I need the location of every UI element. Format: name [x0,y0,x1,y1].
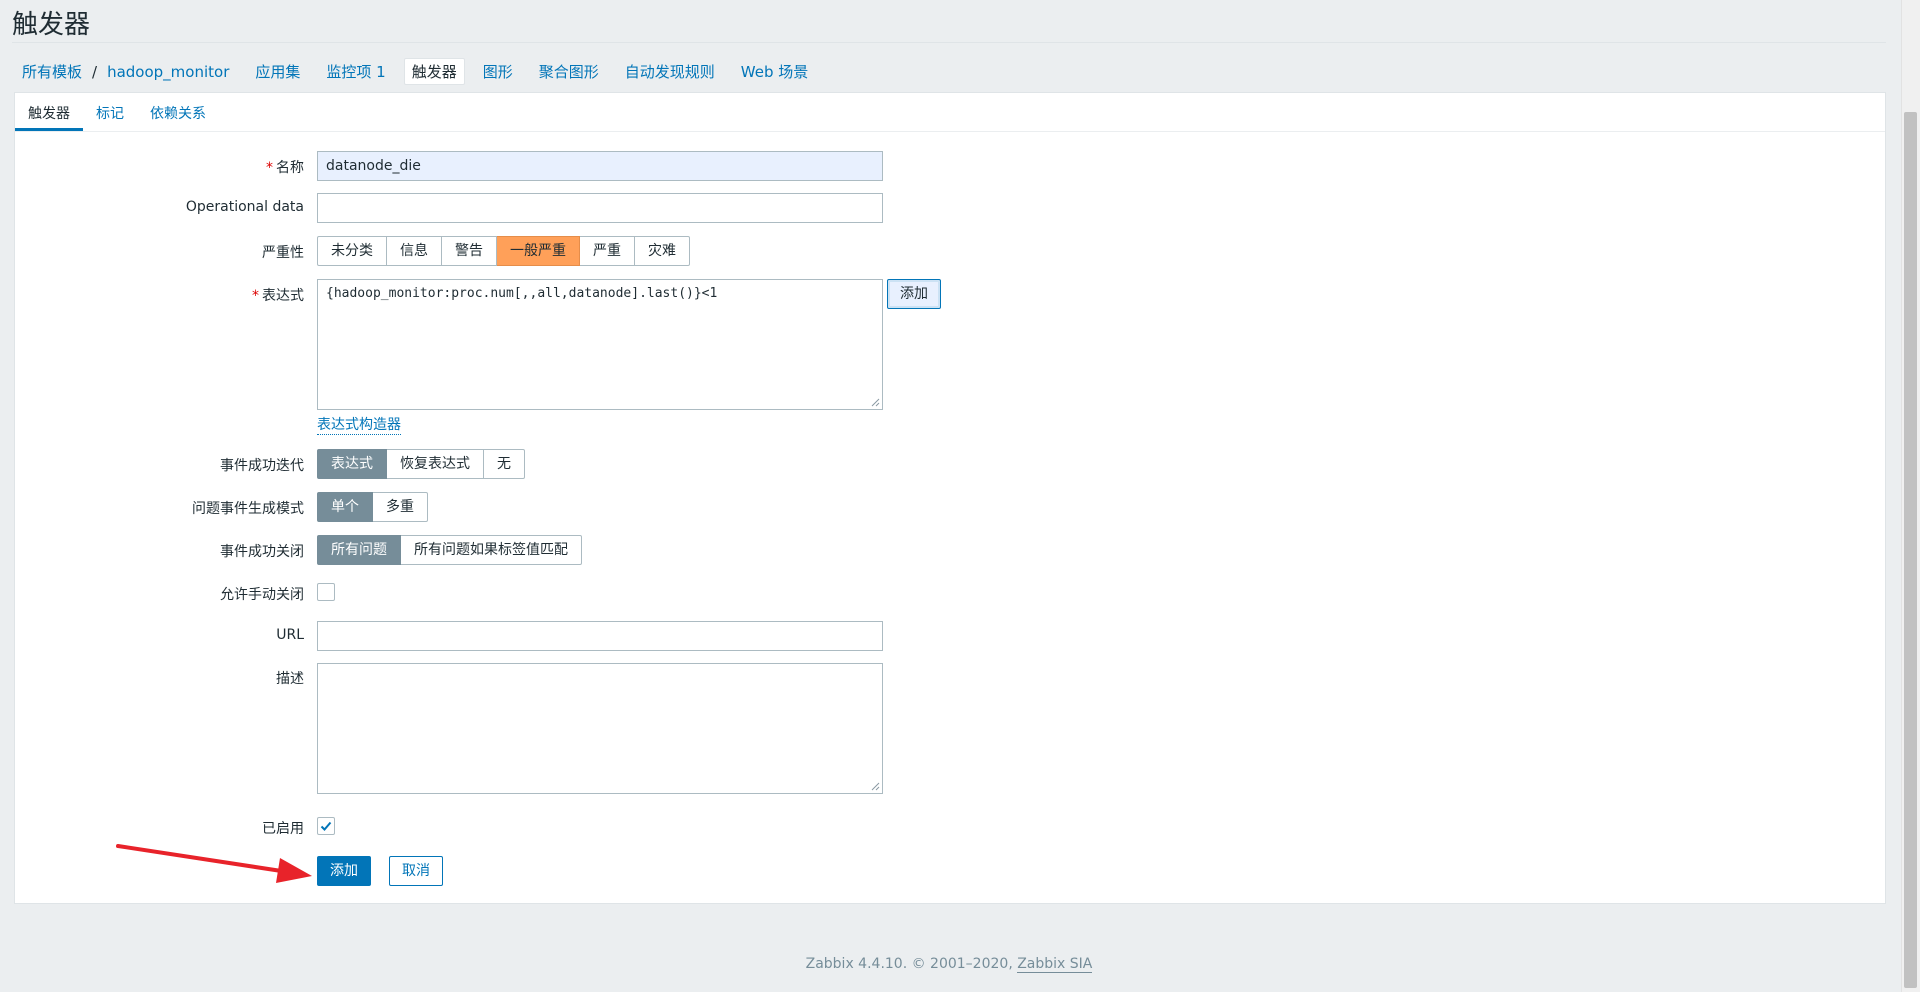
description-textarea[interactable] [317,663,883,794]
nav-screens[interactable]: 聚合图形 [531,58,607,85]
required-mark: * [266,160,273,176]
problem-event-mode-selector: 单个 多重 [317,492,428,522]
operational-data-input[interactable] [317,193,883,223]
severity-selector: 未分类 信息 警告 一般严重 严重 灾难 [317,236,690,266]
description-label: 描述 [276,671,304,687]
ok-closes-tag-match[interactable]: 所有问题如果标签值匹配 [401,535,582,565]
breadcrumb-template-name[interactable]: hadoop_monitor [99,60,237,84]
annotation-arrow-icon [116,844,312,883]
severity-warning[interactable]: 警告 [442,236,497,266]
url-label: URL [276,627,304,643]
severity-label: 严重性 [262,245,304,261]
name-input[interactable]: datanode_die [317,151,883,181]
ok-closes-all-problems[interactable]: 所有问题 [317,535,401,565]
expression-label: * 表达式 [252,288,304,304]
problem-mode-single[interactable]: 单个 [317,492,373,522]
operational-data-label: Operational data [185,199,304,215]
breadcrumb: 所有模板 / hadoop_monitor 应用集 监控项 1 触发器 图形 聚… [14,58,816,85]
breadcrumb-separator: / [92,62,98,81]
expression-add-button[interactable]: 添加 [887,279,941,309]
footer-text: Zabbix 4.4.10. © 2001–2020, [805,956,1018,972]
ok-event-recovery-expression[interactable]: 恢复表达式 [387,449,484,479]
problem-event-mode-label: 问题事件生成模式 [192,501,304,517]
footer: Zabbix 4.4.10. © 2001–2020, Zabbix SIA [0,956,1898,973]
resize-grip-icon[interactable] [871,782,880,791]
expression-textarea[interactable]: {hadoop_monitor:proc.num[,,all,datanode]… [317,279,883,410]
allow-manual-close-label: 允许手动关闭 [220,587,304,603]
form-tabs: 触发器 标记 依赖关系 [15,93,1885,132]
nav-discovery-rules[interactable]: 自动发现规则 [617,58,723,85]
tab-dependencies[interactable]: 依赖关系 [137,93,219,131]
nav-graphs[interactable]: 图形 [475,58,521,85]
resize-grip-icon[interactable] [871,398,880,407]
ok-event-none[interactable]: 无 [484,449,525,479]
nav-web-scenarios[interactable]: Web 场景 [733,58,816,85]
severity-disaster[interactable]: 灾难 [635,236,690,266]
severity-not-classified[interactable]: 未分类 [317,236,387,266]
page-title: 触发器 [12,10,91,40]
url-input[interactable] [317,621,883,651]
breadcrumb-all-templates[interactable]: 所有模板 [14,58,90,85]
ok-event-generation-selector: 表达式 恢复表达式 无 [317,449,525,479]
name-label: * 名称 [266,160,304,176]
enabled-label: 已启用 [262,821,304,837]
nav-triggers[interactable]: 触发器 [403,58,465,85]
ok-event-closes-label: 事件成功关闭 [220,544,304,560]
description-value [318,664,882,676]
nav-items[interactable]: 监控项 1 [318,58,393,85]
enabled-checkbox[interactable] [317,817,335,835]
trigger-form-panel: 触发器 标记 依赖关系 * 名称 datanode_die Operational… [14,92,1886,904]
tab-tags[interactable]: 标记 [83,93,137,131]
expression-value: {hadoop_monitor:proc.num[,,all,datanode]… [326,286,718,301]
tab-trigger[interactable]: 触发器 [15,93,83,131]
expression-constructor-link[interactable]: 表达式构造器 [317,416,401,435]
nav-applications[interactable]: 应用集 [247,58,308,85]
title-divider [12,42,1886,43]
severity-information[interactable]: 信息 [387,236,442,266]
severity-average[interactable]: 一般严重 [497,236,580,266]
scrollbar-thumb[interactable] [1904,112,1917,988]
problem-mode-multiple[interactable]: 多重 [373,492,428,522]
footer-vendor-link[interactable]: Zabbix SIA [1017,956,1093,973]
ok-event-generation-label: 事件成功迭代 [220,458,304,474]
page-scrollbar[interactable] [1901,0,1920,992]
submit-add-button[interactable]: 添加 [317,856,371,886]
checkmark-icon [320,821,332,831]
ok-event-closes-selector: 所有问题 所有问题如果标签值匹配 [317,535,582,565]
severity-high[interactable]: 严重 [580,236,635,266]
allow-manual-close-checkbox[interactable] [317,583,335,601]
cancel-button[interactable]: 取消 [389,856,443,886]
ok-event-expression[interactable]: 表达式 [317,449,387,479]
